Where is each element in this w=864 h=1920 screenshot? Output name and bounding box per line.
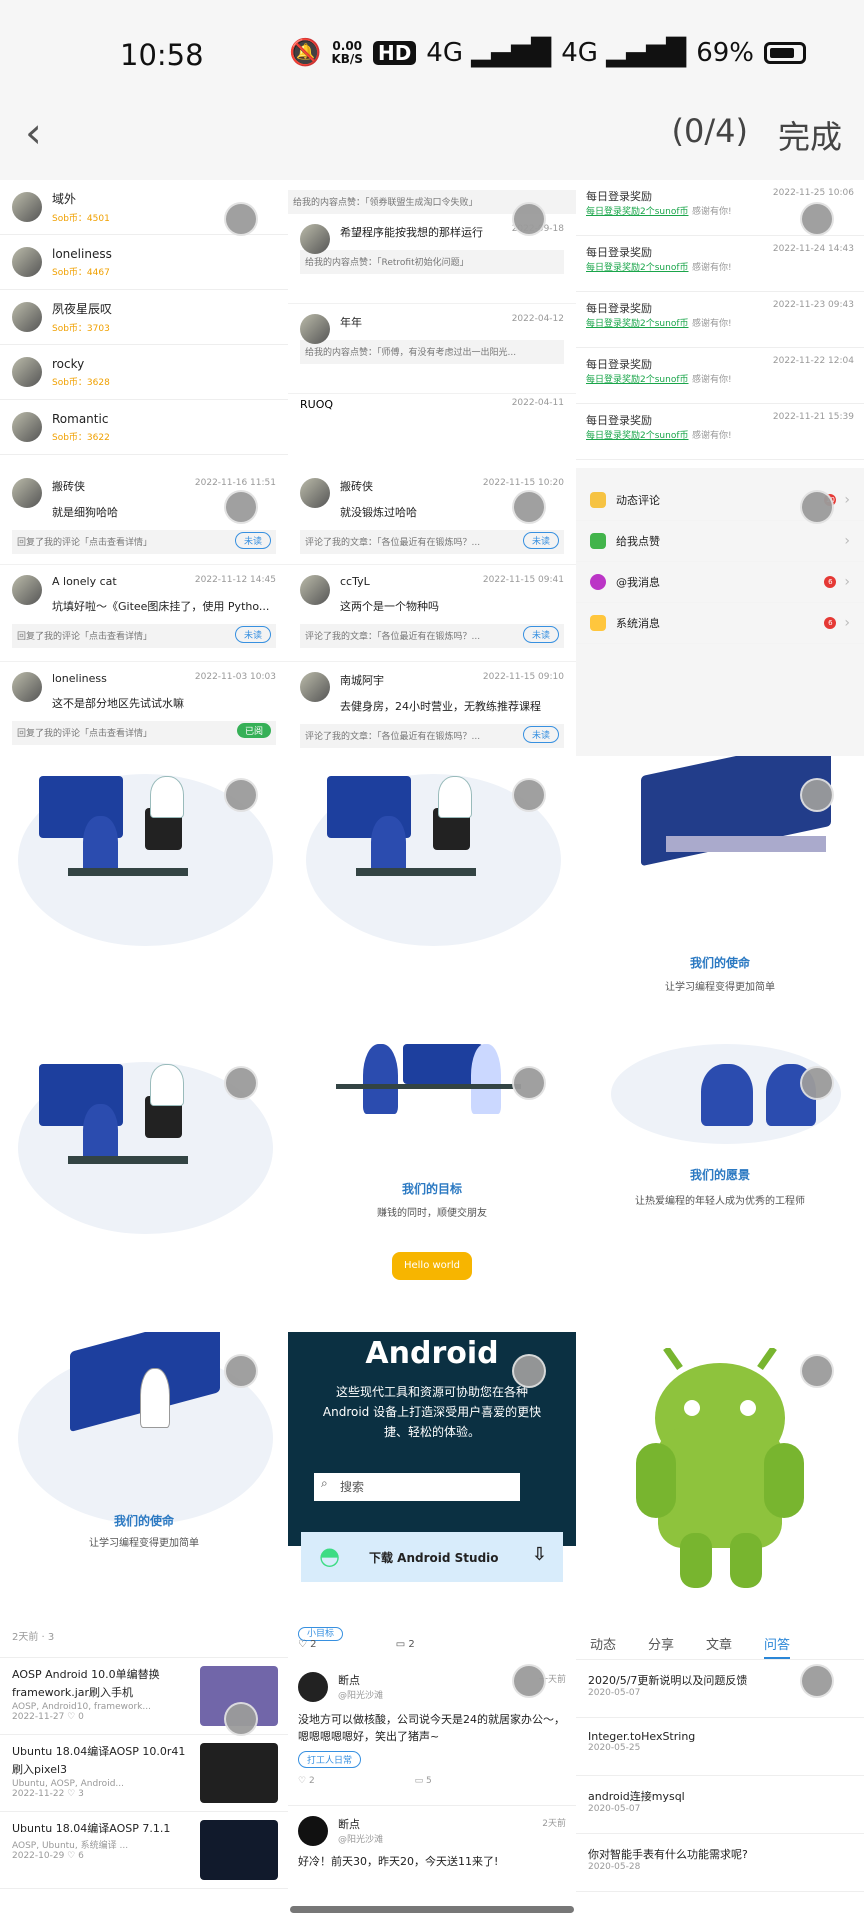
grid-image-comments-a[interactable]: 搬砖侠 2022-11-16 11:51 就是细狗哈哈 回复了我的评论「点击查看详情」…: [0, 468, 288, 756]
select-circle[interactable]: [512, 778, 546, 812]
select-circle[interactable]: [800, 1664, 834, 1698]
select-circle[interactable]: [512, 1354, 546, 1388]
grid-image-ranking[interactable]: 域外 Sob币：4501 loneliness Sob币：4467 夙夜星辰叹 Sob…: [0, 180, 288, 468]
grid-image-illustration-1[interactable]: [0, 756, 288, 1044]
status-icons: 🔕 0.00 KB/S HD 4G ▂▄▆█ 4G ▂▄▆█ 69%: [289, 38, 806, 68]
select-circle[interactable]: [224, 1702, 258, 1736]
image-grid: 域外 Sob币：4501 loneliness Sob币：4467 夙夜星辰叹 Sob…: [0, 180, 864, 1920]
grid-image-android-robot[interactable]: [576, 1332, 864, 1620]
selection-counter: (0/4): [671, 112, 748, 150]
battery-icon: [764, 42, 806, 64]
select-circle[interactable]: [512, 202, 546, 236]
select-circle[interactable]: [800, 202, 834, 236]
hello-world-button[interactable]: Hello world: [392, 1252, 472, 1280]
grid-image-comments-b[interactable]: 搬砖侠 2022-11-15 10:20 就没锻炼过哈哈 评论了我的文章：「各位最近有…: [288, 468, 576, 756]
grid-image-mission-1[interactable]: 我们的使命 让学习编程变得更加简单: [576, 756, 864, 1044]
network-speed: 0.00 KB/S: [331, 39, 363, 66]
android-icon: ◓: [319, 1542, 340, 1570]
select-circle[interactable]: [512, 1066, 546, 1100]
select-circle[interactable]: [224, 490, 258, 524]
grid-image-moments[interactable]: 小目标 ♡ 2 ▭ 2 断点 一天前 @阳光沙滩 没地方可以做核酸，公司说今天是24的就…: [288, 1620, 576, 1920]
silent-bell-icon: 🔕: [289, 38, 322, 68]
grid-image-illustration-2[interactable]: [288, 756, 576, 1044]
select-circle[interactable]: [224, 1354, 258, 1388]
select-circle[interactable]: [800, 1066, 834, 1100]
hd-badge: HD: [372, 41, 417, 65]
grid-image-articles[interactable]: 2天前 · 3 AOSP Android 10.0单编替换framework.j…: [0, 1620, 288, 1920]
ranking-row: rocky Sob币：3628: [0, 345, 288, 400]
grid-image-faq[interactable]: 动态 分享 文章 问答 2020/5/7更新说明以及问题反馈 2020-05-07 In…: [576, 1620, 864, 1920]
signal-icon-1: 4G ▂▄▆█: [426, 38, 552, 68]
grid-image-illustration-3[interactable]: [0, 1044, 288, 1332]
ranking-row: Romantic Sob币：3622: [0, 400, 288, 455]
grid-image-messages[interactable]: 动态评论10› 给我点赞› @我消息6› 系统消息6›: [576, 468, 864, 756]
search-icon: ⌕: [321, 1476, 328, 1490]
grid-image-vision[interactable]: 我们的愿景 让热爱编程的年轻人成为优秀的工程师: [576, 1044, 864, 1332]
select-circle[interactable]: [800, 490, 834, 524]
status-time: 10:58: [120, 38, 204, 72]
grid-image-goal[interactable]: 我们的目标 赚钱的同时，顺便交朋友 Hello world: [288, 1044, 576, 1332]
back-arrow-icon[interactable]: ‹: [25, 108, 42, 157]
done-button[interactable]: 完成: [778, 112, 842, 158]
select-circle[interactable]: [800, 778, 834, 812]
select-circle[interactable]: [512, 490, 546, 524]
android-robot-image: [636, 1348, 804, 1588]
download-android-studio-button[interactable]: ◓ 下载 Android Studio ⇩: [301, 1532, 563, 1582]
battery-level: 69%: [696, 38, 754, 68]
grid-image-android-page[interactable]: Android 这些现代工具和资源可协助您在各种 Android 设备上打造深受用…: [288, 1332, 576, 1620]
ranking-row: loneliness Sob币：4467: [0, 235, 288, 290]
download-icon: ⇩: [531, 1544, 547, 1565]
select-circle[interactable]: [224, 778, 258, 812]
select-circle[interactable]: [800, 1354, 834, 1388]
grid-image-mission-2[interactable]: 我们的使命 让学习编程变得更加简单: [0, 1332, 288, 1620]
select-circle[interactable]: [512, 1664, 546, 1698]
grid-image-likes[interactable]: 给我的内容点赞：「领券联盟生成淘口令失败」 希望程序能按我想的那样运行2022-…: [288, 180, 576, 468]
signal-icon-2: 4G ▂▄▆█: [561, 38, 687, 68]
search-input[interactable]: ⌕ 搜索: [314, 1473, 520, 1501]
ranking-row: 夙夜星辰叹 Sob币：3703: [0, 290, 288, 345]
select-circle[interactable]: [224, 1066, 258, 1100]
grid-image-rewards[interactable]: 每日登录奖励 2022-11-25 10:06 每日登录奖励2个sunof币 感谢有…: [576, 180, 864, 468]
home-indicator: [290, 1906, 574, 1913]
select-circle[interactable]: [224, 202, 258, 236]
